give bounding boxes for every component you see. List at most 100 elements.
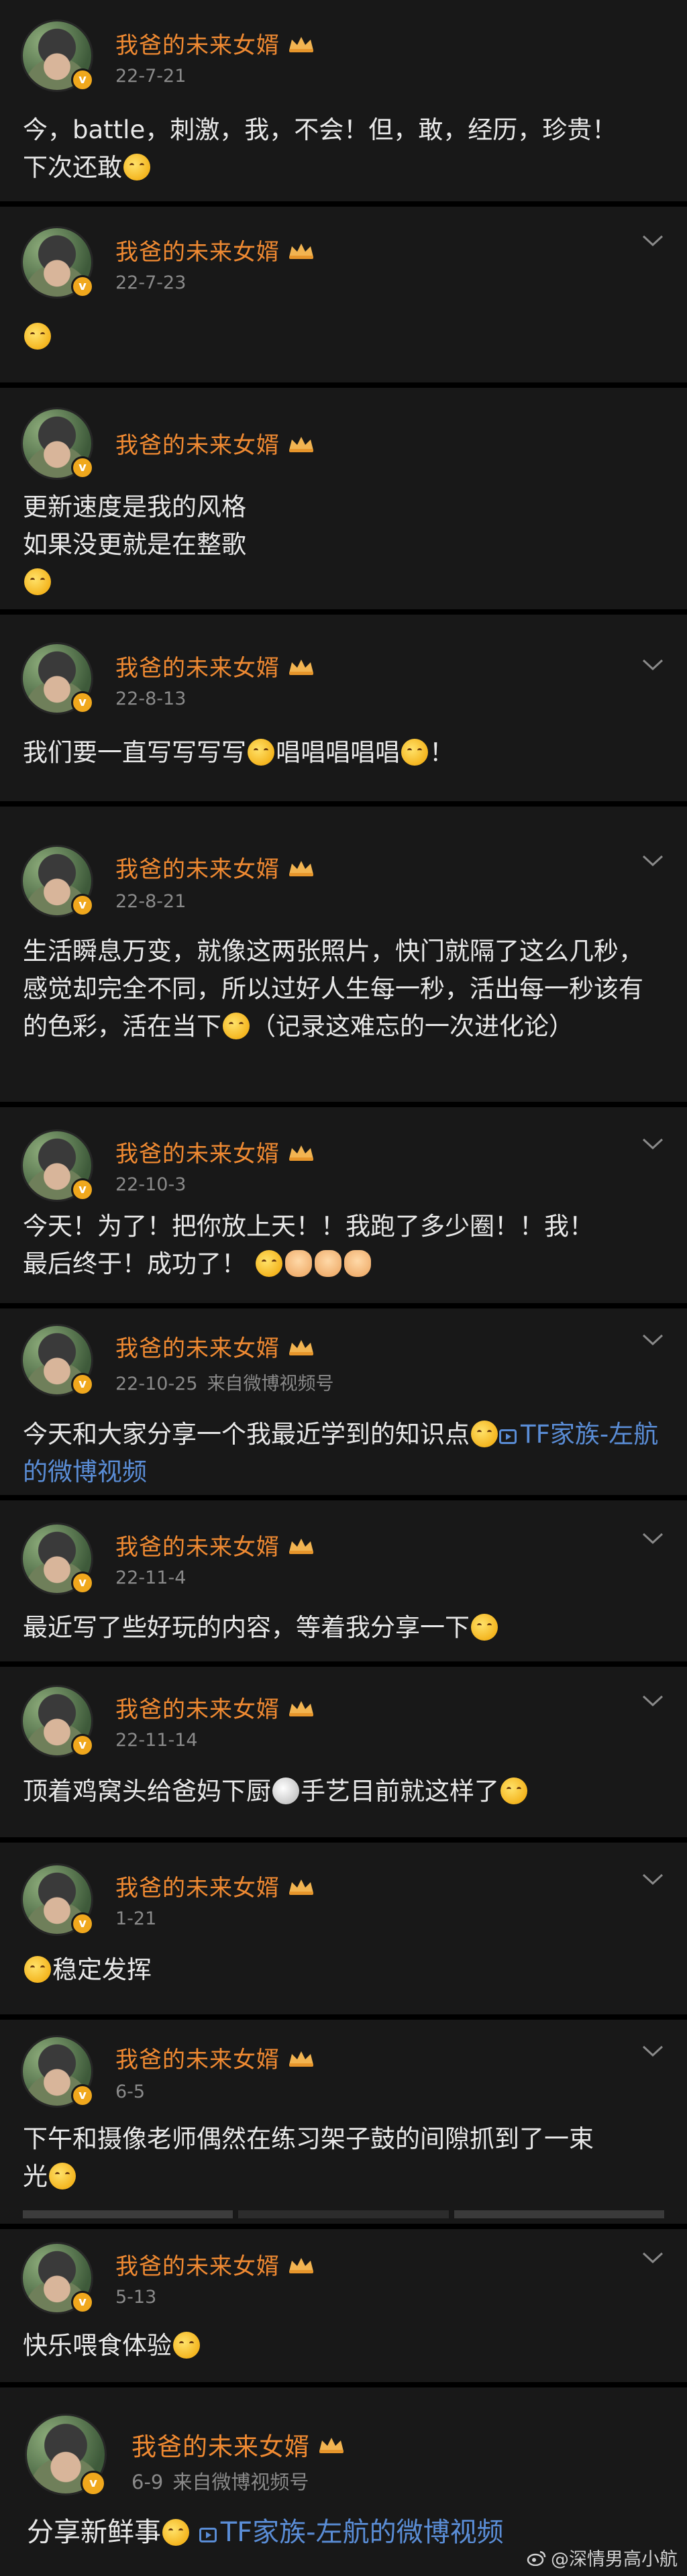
post-meta: 22-7-21: [115, 66, 186, 87]
hug-emoji-icon: [173, 2332, 200, 2359]
post-text-tail: （记录这难忘的一次进化论）: [251, 1012, 574, 1041]
post-text: [23, 318, 660, 356]
post-text: 今天！为了！把你放上天！！我跑了多少圈！！我！ 最后终于！成功了！: [23, 1208, 660, 1283]
post-source[interactable]: 来自微博视频号: [172, 2471, 309, 2493]
chevron-down-icon[interactable]: [641, 658, 664, 672]
post-date: 22-8-21: [115, 891, 187, 912]
crown-icon: [286, 858, 316, 877]
post-text: 我们要一直写写写写 唱唱唱唱唱 ！: [23, 734, 660, 772]
author-name[interactable]: 我爸的未来女婿: [115, 234, 280, 266]
post-date: 22-10-25: [115, 1374, 198, 1394]
post-date: 1-21: [115, 1908, 157, 1929]
post-meta: 22-8-21: [115, 891, 186, 912]
author-name[interactable]: 我爸的未来女婿: [131, 2426, 310, 2463]
author-name[interactable]: 我爸的未来女婿: [115, 27, 280, 60]
verified-badge-icon: v: [71, 1912, 94, 1935]
post-text-content: 我们要一直写写写写: [23, 738, 246, 767]
crown-icon: [286, 1536, 316, 1555]
chevron-down-icon[interactable]: [641, 2251, 664, 2265]
post-text: 今，battle，刺激，我，不会！但，敢，经历，珍贵！ 下次还敢: [23, 111, 660, 187]
post-text: 生活瞬息万变，就像这两张照片，快门就隔了这么几秒，感觉却完全不同，所以过好人生每…: [23, 933, 660, 1045]
author-name[interactable]: 我爸的未来女婿: [115, 2041, 280, 2074]
post-card[interactable]: v 我爸的未来女婿 更新速度是我的风格 如果没更就是在整歌: [0, 388, 687, 609]
author-name[interactable]: 我爸的未来女婿: [115, 650, 280, 682]
post-text: 更新速度是我的风格 如果没更就是在整歌: [23, 488, 660, 601]
verified-badge-icon: v: [71, 1178, 94, 1201]
post-source[interactable]: 来自微博视频号: [207, 1374, 334, 1394]
post-text-middle: 唱唱唱唱唱: [276, 738, 400, 767]
post-text-content: 下午和摄像老师偶然在练习架子鼓的间隙抓到了一束 光: [23, 2124, 594, 2191]
hug-emoji-icon: [500, 1778, 527, 1804]
author-name[interactable]: 我爸的未来女婿: [115, 1691, 280, 1724]
post-text-content: 快乐喂食体验: [23, 2331, 172, 2360]
chevron-down-icon[interactable]: [641, 854, 664, 868]
author-name[interactable]: 我爸的未来女婿: [115, 1869, 280, 1902]
crown-icon: [286, 434, 316, 453]
chevron-down-icon[interactable]: [641, 1333, 664, 1347]
author-name[interactable]: 我爸的未来女婿: [115, 427, 280, 460]
post-card[interactable]: v 我爸的未来女婿 22-8-21 生活瞬息万变，就像这两张照片，快门就隔了这么…: [0, 807, 687, 1102]
photo-thumbnail[interactable]: [454, 2210, 664, 2218]
post-date: 6-5: [115, 2081, 146, 2102]
post-date: 22-11-14: [115, 1730, 198, 1751]
post-date: 22-8-13: [115, 688, 187, 709]
video-link-label: TF家族-左航的微博视频: [220, 2517, 504, 2548]
post-card[interactable]: v 我爸的未来女婿 22-11-4 最近写了些好玩的内容，等着我分享一下: [0, 1500, 687, 1661]
hug-emoji-icon: [49, 2163, 76, 2189]
chevron-down-icon[interactable]: [641, 234, 664, 248]
crown-icon: [286, 34, 316, 53]
author-name[interactable]: 我爸的未来女婿: [115, 2248, 280, 2281]
author-name[interactable]: 我爸的未来女婿: [115, 1330, 280, 1363]
crown-icon: [286, 2049, 316, 2067]
hug-emoji-icon: [162, 2519, 189, 2546]
chevron-down-icon[interactable]: [641, 1531, 664, 1546]
author-name[interactable]: 我爸的未来女婿: [115, 1135, 280, 1168]
post-meta: 6-5: [115, 2081, 145, 2102]
post-text-content: 今天和大家分享一个我最近学到的知识点: [23, 1420, 470, 1449]
post-card[interactable]: v 我爸的未来女婿 6-9 来自微博视频号 分享新鲜事 TF家族-左航的微博视频 …: [0, 2387, 687, 2576]
post-card[interactable]: v 我爸的未来女婿 22-7-23: [0, 207, 687, 382]
verified-badge-icon: v: [71, 68, 94, 91]
author-name[interactable]: 我爸的未来女婿: [115, 851, 280, 884]
post-meta: 22-11-4: [115, 1567, 186, 1588]
post-text-content: 今，battle，刺激，我，不会！但，敢，经历，珍贵！ 下次还敢: [23, 115, 617, 182]
chevron-down-icon[interactable]: [641, 1137, 664, 1151]
verified-badge-icon: v: [71, 2291, 94, 2314]
hug-emoji-icon: [24, 1956, 51, 1983]
verified-badge-icon: v: [71, 1734, 94, 1757]
video-link[interactable]: TF家族-左航的微博视频: [199, 2517, 504, 2548]
video-icon: [499, 1429, 517, 1444]
post-card[interactable]: v 我爸的未来女婿 22-7-21 今，battle，刺激，我，不会！但，敢，经…: [0, 0, 687, 201]
crown-icon: [286, 1337, 316, 1356]
author-name[interactable]: 我爸的未来女婿: [115, 1529, 280, 1561]
hug-emoji-icon: [24, 323, 51, 350]
crown-icon: [286, 1698, 316, 1717]
chevron-down-icon[interactable]: [641, 2044, 664, 2059]
post-card[interactable]: v 我爸的未来女婿 5-13 快乐喂食体验: [0, 2229, 687, 2382]
photo-thumbnail[interactable]: [23, 2210, 233, 2218]
verified-badge-icon: v: [71, 2084, 94, 2107]
post-card[interactable]: v 我爸的未来女婿 22-10-25 来自微博视频号 今天和大家分享一个我最近学到…: [0, 1308, 687, 1495]
watermark: @深情男高小航: [527, 2544, 678, 2571]
post-date: 5-13: [115, 2287, 157, 2308]
post-meta: 22-10-25 来自微博视频号: [115, 1369, 334, 1395]
post-meta: 5-13: [115, 2287, 156, 2308]
post-meta: 22-7-23: [115, 272, 186, 293]
post-card[interactable]: v 我爸的未来女婿 6-5 下午和摄像老师偶然在练习架子鼓的间隙抓到了一束 光: [0, 2020, 687, 2224]
photo-thumbnail[interactable]: [238, 2210, 449, 2218]
photo-strip[interactable]: [23, 2210, 664, 2218]
post-text-content: 顶着鸡窝头给爸妈下厨: [23, 1777, 271, 1806]
post-text-content: 最近写了些好玩的内容，等着我分享一下: [23, 1613, 470, 1642]
post-card[interactable]: v 我爸的未来女婿 22-11-14 顶着鸡窝头给爸妈下厨 手艺目前就这样了: [0, 1667, 687, 1837]
chevron-down-icon[interactable]: [641, 1694, 664, 1708]
post-card[interactable]: v 我爸的未来女婿 1-21 稳定发挥: [0, 1843, 687, 2014]
hug-emoji-icon: [223, 1013, 250, 1039]
verified-badge-icon: v: [71, 275, 94, 298]
post-card[interactable]: v 我爸的未来女婿 22-10-3 今天！为了！把你放上天！！我跑了多少圈！！我…: [0, 1107, 687, 1303]
watermark-text: @深情男高小航: [551, 2549, 678, 2570]
post-text: 下午和摄像老师偶然在练习架子鼓的间隙抓到了一束 光: [23, 2120, 660, 2196]
chevron-down-icon[interactable]: [641, 1872, 664, 1887]
post-card[interactable]: v 我爸的未来女婿 22-8-13 我们要一直写写写写 唱唱唱唱唱 ！: [0, 615, 687, 801]
hug-emoji-icon: [24, 568, 51, 595]
crown-icon: [286, 1877, 316, 1896]
